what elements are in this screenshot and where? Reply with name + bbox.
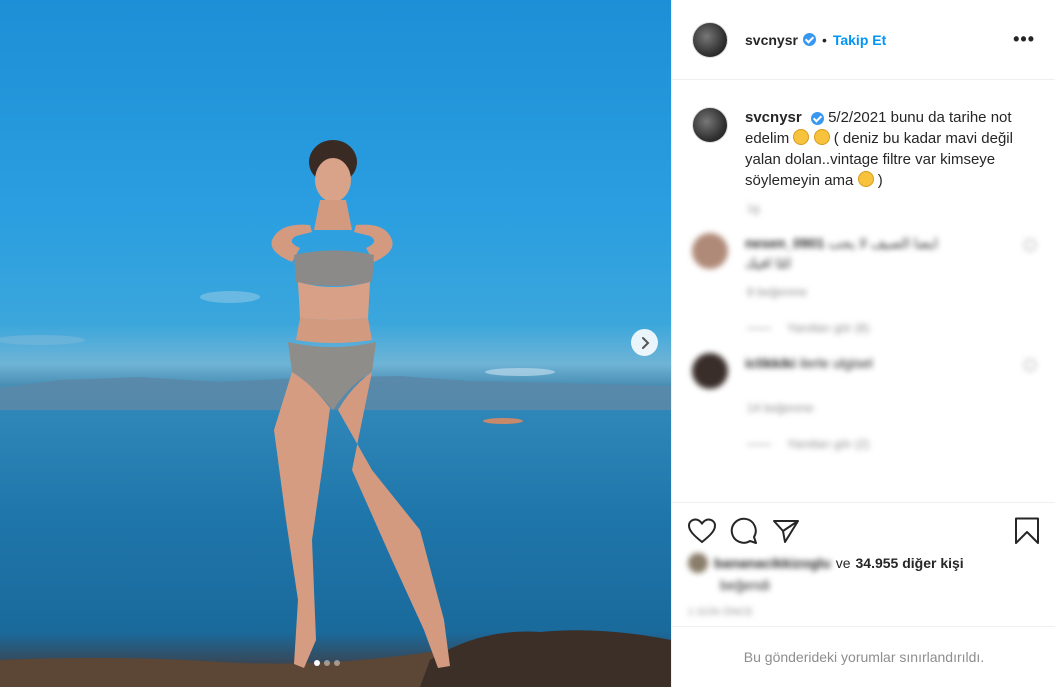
post-time[interactable]: 1 GÜN ÖNCE <box>688 607 1040 618</box>
post-side-panel: svcnysr • Takip Et ••• svcnysr 5/2/2021 … <box>671 0 1055 687</box>
avatar[interactable] <box>692 21 728 58</box>
comment-like-icon[interactable] <box>1024 239 1036 251</box>
header-username[interactable]: svcnysr <box>745 32 798 48</box>
view-replies[interactable]: Yanıtları gör (8) <box>747 321 1055 335</box>
liker-username[interactable]: bananacikkizoglu <box>714 555 831 571</box>
comment-meta: 14 beğenme <box>747 401 814 415</box>
caption-text: svcnysr 5/2/2021 bunu da tarihe not edel… <box>745 107 1015 191</box>
share-icon[interactable] <box>772 518 800 544</box>
comment-item: iclikkiki ilerle ulgisel <box>672 335 1055 389</box>
caption: svcnysr 5/2/2021 bunu da tarihe not edel… <box>672 81 1055 191</box>
follow-button[interactable]: Takip Et <box>833 32 886 48</box>
comment-body: ايضا الصيف لا يحب <box>828 235 938 251</box>
comment-item: nesen_0901 ايضا الصيف لا يحب امّا افيك <box>672 215 1055 273</box>
replies-divider <box>747 443 771 445</box>
bookmark-icon[interactable] <box>1014 517 1040 545</box>
likes-sub: beğendi <box>720 577 770 593</box>
emoji-icon <box>857 171 874 187</box>
heart-icon[interactable] <box>688 518 716 544</box>
carousel-dot-active <box>314 660 320 666</box>
carousel-dots <box>314 660 340 666</box>
next-slide-button[interactable] <box>631 329 658 356</box>
liker-avatar[interactable] <box>688 553 708 573</box>
comments-list[interactable]: svcnysr 5/2/2021 bunu da tarihe not edel… <box>672 81 1055 501</box>
likes-connector: ve <box>835 555 851 571</box>
comments-limited-notice: Bu gönderideki yorumlar sınırlandırıldı. <box>672 626 1055 687</box>
likes-count[interactable]: 34.955 diğer kişi <box>856 555 964 571</box>
comment-body-2: امّا افيك <box>745 255 792 271</box>
comment-icon[interactable] <box>730 517 758 545</box>
comment-body: ilerle ulgisel <box>799 355 873 371</box>
emoji-icon <box>793 129 810 145</box>
comment-avatar[interactable] <box>692 233 728 269</box>
verified-icon <box>802 33 816 46</box>
emoji-icon <box>813 129 830 145</box>
view-replies-label: Yanıtları gör (2) <box>787 437 870 451</box>
comment-username[interactable]: iclikkiki <box>745 355 796 371</box>
post-actions: bananacikkizoglu ve 34.955 diğer kişi be… <box>672 502 1055 626</box>
carousel-dot <box>334 660 340 666</box>
comment-like-icon[interactable] <box>1024 359 1036 371</box>
likes-summary: bananacikkizoglu ve 34.955 diğer kişi <box>688 553 1040 573</box>
action-icons <box>688 515 1040 547</box>
comment-username[interactable]: nesen_0901 <box>745 235 824 251</box>
next-arrow-icon <box>641 336 649 349</box>
comment-text: iclikkiki ilerle ulgisel <box>745 353 995 389</box>
comment-avatar[interactable] <box>692 353 728 389</box>
caption-avatar[interactable] <box>692 107 728 143</box>
photo-scene <box>0 140 671 687</box>
comment-meta: 8 beğenme <box>747 285 808 299</box>
separator-dot: • <box>821 31 827 48</box>
caption-username[interactable]: svcnysr <box>745 109 802 126</box>
view-replies-label: Yanıtları gör (8) <box>787 321 870 335</box>
carousel-dot <box>324 660 330 666</box>
post-photo[interactable] <box>0 0 671 687</box>
replies-divider <box>747 327 771 329</box>
verified-icon <box>810 111 824 125</box>
caption-text-part3: ) <box>877 172 883 189</box>
comment-text: nesen_0901 ايضا الصيف لا يحب امّا افيك <box>745 233 995 273</box>
more-icon[interactable]: ••• <box>1013 29 1035 50</box>
post-header: svcnysr • Takip Et ••• <box>672 0 1055 80</box>
caption-meta: 1g <box>747 203 760 215</box>
view-replies[interactable]: Yanıtları gör (2) <box>747 437 1055 451</box>
